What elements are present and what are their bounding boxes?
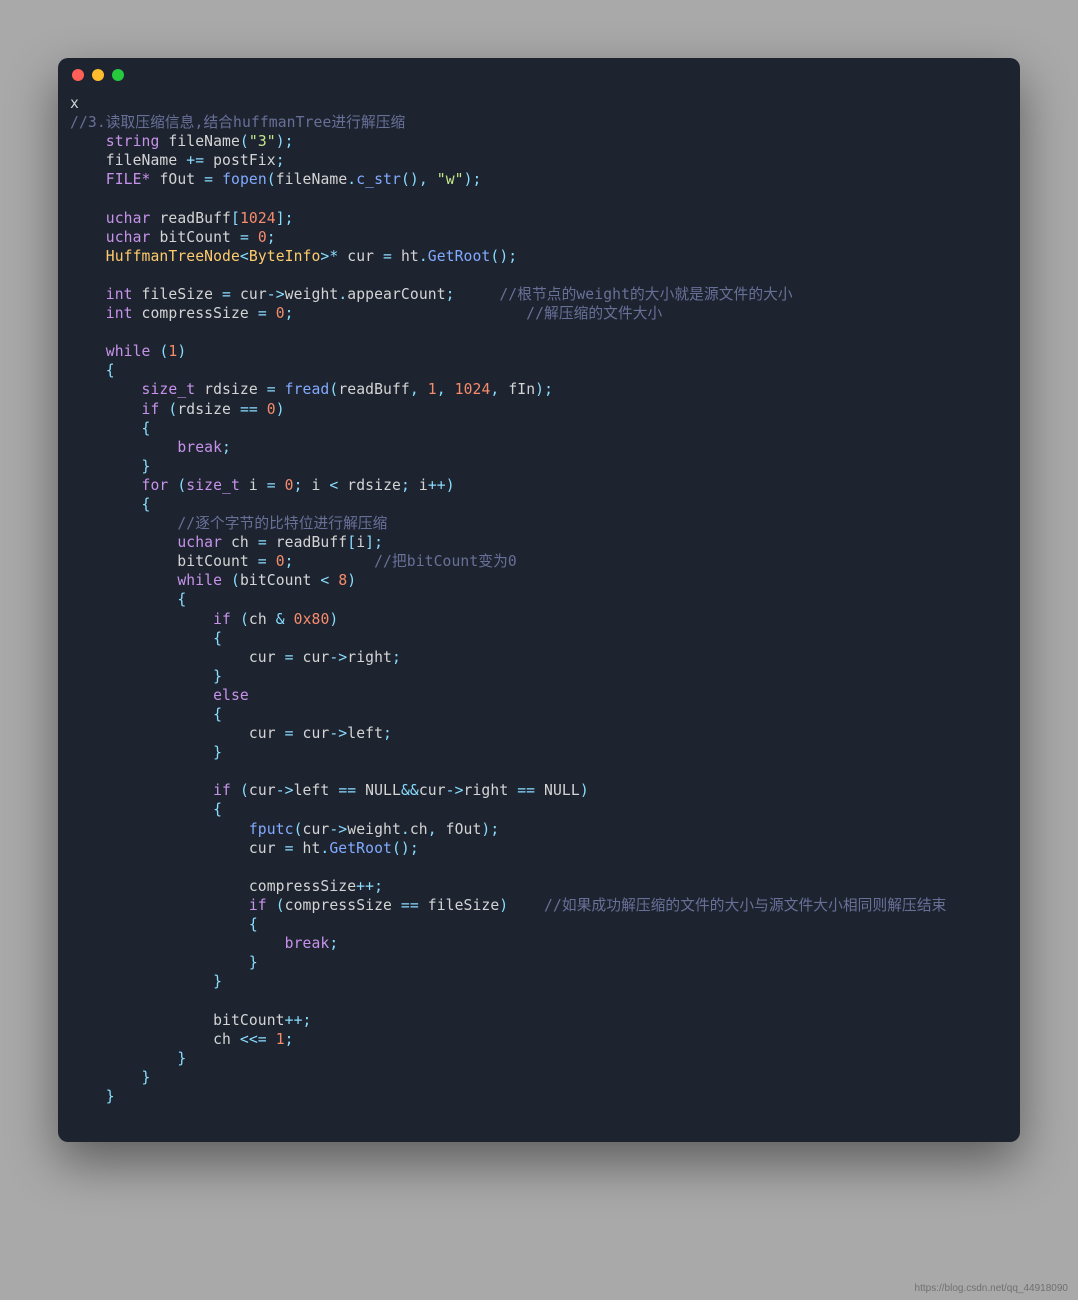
code-line [70, 991, 1008, 1010]
code-window: x//3.读取压缩信息,结合huffmanTree进行解压缩 string fi… [58, 58, 1020, 1142]
code-line: { [70, 705, 1008, 724]
code-line: { [70, 629, 1008, 648]
code-line [70, 266, 1008, 285]
code-line: cur = ht.GetRoot(); [70, 839, 1008, 858]
code-line: compressSize++; [70, 877, 1008, 896]
code-line: { [70, 590, 1008, 609]
code-line: { [70, 495, 1008, 514]
code-line: while (bitCount < 8) [70, 571, 1008, 590]
code-line [70, 762, 1008, 781]
code-line: } [70, 1068, 1008, 1087]
code-line: else [70, 686, 1008, 705]
code-line: } [70, 1049, 1008, 1068]
code-line: for (size_t i = 0; i < rdsize; i++) [70, 476, 1008, 495]
code-line: } [70, 972, 1008, 991]
code-line: bitCount++; [70, 1011, 1008, 1030]
code-line: cur = cur->left; [70, 724, 1008, 743]
code-line: size_t rdsize = fread(readBuff, 1, 1024,… [70, 380, 1008, 399]
minimize-icon[interactable] [92, 69, 104, 81]
close-icon[interactable] [72, 69, 84, 81]
code-line [70, 323, 1008, 342]
code-line: } [70, 953, 1008, 972]
code-line: FILE* fOut = fopen(fileName.c_str(), "w"… [70, 170, 1008, 189]
code-line: if (compressSize == fileSize) //如果成功解压缩的… [70, 896, 1008, 915]
code-line: uchar readBuff[1024]; [70, 209, 1008, 228]
code-line: { [70, 361, 1008, 380]
code-line: break; [70, 438, 1008, 457]
code-line: //逐个字节的比特位进行解压缩 [70, 514, 1008, 533]
code-line: int compressSize = 0; //解压缩的文件大小 [70, 304, 1008, 323]
code-line: HuffmanTreeNode<ByteInfo>* cur = ht.GetR… [70, 247, 1008, 266]
code-line: { [70, 800, 1008, 819]
code-line [70, 858, 1008, 877]
code-line: if (ch & 0x80) [70, 610, 1008, 629]
code-line: int fileSize = cur->weight.appearCount; … [70, 285, 1008, 304]
titlebar [58, 58, 1020, 92]
code-line: fileName += postFix; [70, 151, 1008, 170]
code-line: } [70, 457, 1008, 476]
code-line: } [70, 667, 1008, 686]
code-line: } [70, 743, 1008, 762]
code-line: if (cur->left == NULL&&cur->right == NUL… [70, 781, 1008, 800]
code-line: if (rdsize == 0) [70, 400, 1008, 419]
code-line: ch <<= 1; [70, 1030, 1008, 1049]
code-block: x//3.读取压缩信息,结合huffmanTree进行解压缩 string fi… [58, 92, 1020, 1122]
code-line: x [70, 94, 1008, 113]
canvas: x//3.读取压缩信息,结合huffmanTree进行解压缩 string fi… [0, 0, 1078, 1300]
code-line: break; [70, 934, 1008, 953]
source-url: https://blog.csdn.net/qq_44918090 [915, 1283, 1068, 1294]
code-line: { [70, 419, 1008, 438]
code-line: uchar bitCount = 0; [70, 228, 1008, 247]
code-line: } [70, 1087, 1008, 1106]
code-line: //3.读取压缩信息,结合huffmanTree进行解压缩 [70, 113, 1008, 132]
code-line [70, 189, 1008, 208]
code-line: bitCount = 0; //把bitCount变为0 [70, 552, 1008, 571]
code-line: uchar ch = readBuff[i]; [70, 533, 1008, 552]
code-line: while (1) [70, 342, 1008, 361]
zoom-icon[interactable] [112, 69, 124, 81]
code-line: fputc(cur->weight.ch, fOut); [70, 820, 1008, 839]
code-line: { [70, 915, 1008, 934]
code-line: string fileName("3"); [70, 132, 1008, 151]
code-line: cur = cur->right; [70, 648, 1008, 667]
